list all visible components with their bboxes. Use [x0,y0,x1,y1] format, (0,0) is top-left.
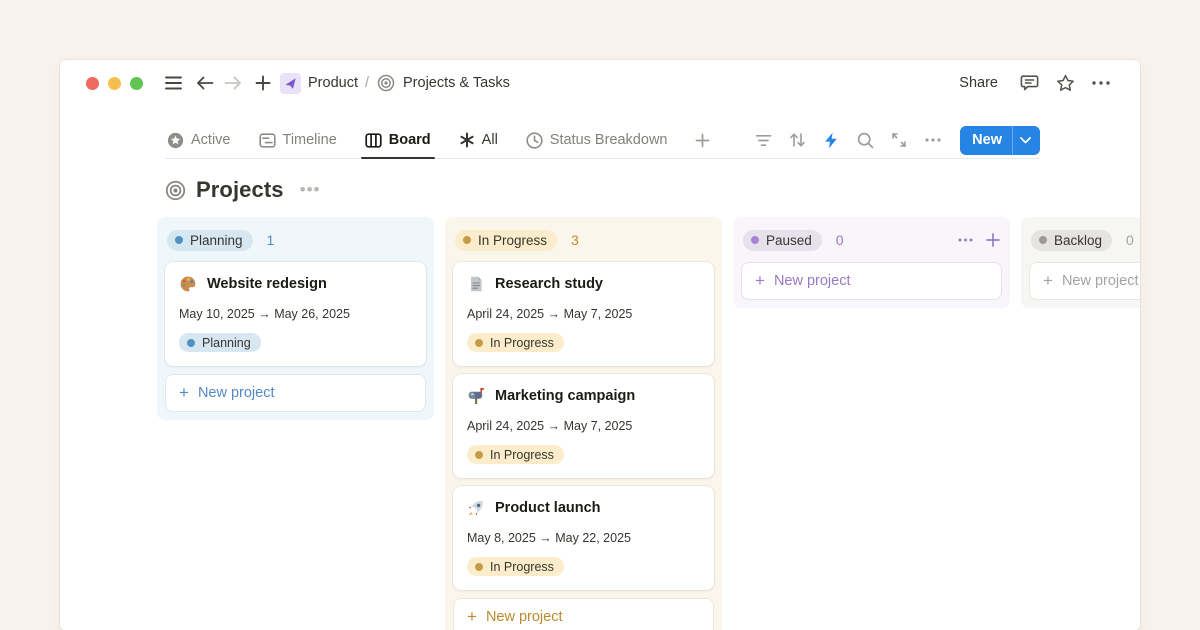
workspace-logo-icon[interactable] [280,73,301,94]
maximize-window-button[interactable] [130,77,143,90]
card-date-range: April 24, 2025 → May 7, 2025 [467,419,700,433]
status-badge[interactable]: Backlog [1031,230,1112,251]
status-dot-icon [175,236,183,244]
breadcrumb: Product / Projects & Tasks [280,73,510,94]
automations-lightning-icon[interactable] [818,127,844,153]
board-column-backlog: Backlog 0 +New project [1021,217,1140,308]
tab-timeline[interactable]: Timeline [257,122,339,158]
tab-board[interactable]: Board [363,122,433,158]
status-dot-icon [1039,236,1047,244]
status-badge[interactable]: Planning [167,230,253,251]
card-date-range: April 24, 2025 → May 7, 2025 [467,307,700,321]
page-title: Projects [196,177,284,203]
favorite-star-icon[interactable] [1052,70,1078,96]
plus-icon: + [755,272,765,289]
column-header: Backlog 0 [1031,227,1140,253]
column-count: 0 [1126,232,1134,248]
column-add-icon[interactable] [986,233,1000,247]
sidebar-menu-icon[interactable] [160,70,186,96]
column-header: Paused 0 [743,227,1000,253]
new-button-chevron-icon[interactable] [1012,126,1040,155]
view-more-icon[interactable] [920,127,946,153]
page-title-more-icon[interactable]: ••• [300,180,321,200]
column-count: 3 [571,232,579,248]
card-date-range: May 8, 2025 → May 22, 2025 [467,531,700,545]
tab-all[interactable]: All [457,122,500,158]
plus-icon: + [467,608,477,625]
plus-icon: + [179,384,189,401]
target-icon [376,73,396,93]
back-arrow-icon[interactable] [192,70,218,96]
status-badge[interactable]: In Progress [467,333,564,352]
mailbox-icon [467,387,485,405]
minimize-window-button[interactable] [108,77,121,90]
status-badge[interactable]: Planning [179,333,261,352]
status-dot-icon [475,451,483,459]
status-badge[interactable]: Paused [743,230,822,251]
new-project-button[interactable]: +New project [165,374,426,412]
add-view-icon[interactable] [693,122,712,158]
column-count: 0 [836,232,844,248]
board-column-paused: Paused 0 +New project [733,217,1010,308]
column-header: In Progress 3 [455,227,712,253]
card-date-range: May 10, 2025 → May 26, 2025 [179,307,412,321]
board-column-planning: Planning 1 Website redesign May 10, 2025 → … [157,217,434,420]
view-toolbar: New [750,126,1040,155]
traffic-lights [86,77,143,90]
column-more-icon[interactable] [958,238,973,242]
new-button[interactable]: New [960,126,1040,155]
new-project-button[interactable]: +New project [453,598,714,630]
breadcrumb-workspace[interactable]: Product [308,75,358,91]
target-icon [165,180,186,201]
rocket-icon [467,499,485,517]
kanban-board: Planning 1 Website redesign May 10, 2025 → … [157,217,1140,630]
status-dot-icon [475,339,483,347]
filter-icon[interactable] [750,127,776,153]
column-header: Planning 1 [167,227,424,253]
status-dot-icon [463,236,471,244]
status-dot-icon [475,563,483,571]
breadcrumb-separator: / [365,75,369,91]
forward-arrow-icon[interactable] [220,70,246,96]
card-title: Marketing campaign [495,388,635,404]
project-card[interactable]: Website redesign May 10, 2025 → May 26, 2… [165,262,426,366]
plus-icon: + [1043,272,1053,289]
card-title: Website redesign [207,276,327,292]
sort-icon[interactable] [784,127,810,153]
search-icon[interactable] [852,127,878,153]
card-title: Product launch [495,500,601,516]
top-bar: Product / Projects & Tasks Share [60,60,1140,106]
palette-icon [179,275,197,293]
status-badge[interactable]: In Progress [467,557,564,576]
status-badge[interactable]: In Progress [455,230,557,251]
more-options-icon[interactable] [1088,70,1114,96]
new-page-plus-icon[interactable] [250,70,276,96]
document-icon [467,275,485,293]
status-badge[interactable]: In Progress [467,445,564,464]
view-tabs-bar: Active Timeline Board All Status Breakdo… [165,122,1040,159]
close-window-button[interactable] [86,77,99,90]
comments-icon[interactable] [1016,70,1042,96]
project-card[interactable]: Research study April 24, 2025 → May 7, 20… [453,262,714,366]
new-project-button[interactable]: +New project [1029,262,1140,300]
breadcrumb-page[interactable]: Projects & Tasks [403,75,510,91]
board-column-in-progress: In Progress 3 Research study April 24, 2025… [445,217,722,630]
project-card[interactable]: Marketing campaign April 24, 2025 → May 7… [453,374,714,478]
app-window: Product / Projects & Tasks Share Active [60,60,1140,630]
tab-status-breakdown[interactable]: Status Breakdown [524,122,670,158]
tab-active[interactable]: Active [165,122,233,158]
card-title: Research study [495,276,603,292]
page-header: Projects ••• [165,177,1040,203]
status-dot-icon [751,236,759,244]
new-project-button[interactable]: +New project [741,262,1002,300]
column-count: 1 [267,232,275,248]
status-dot-icon [187,339,195,347]
project-card[interactable]: Product launch May 8, 2025 → May 22, 2025… [453,486,714,590]
share-button[interactable]: Share [951,71,1006,95]
expand-icon[interactable] [886,127,912,153]
